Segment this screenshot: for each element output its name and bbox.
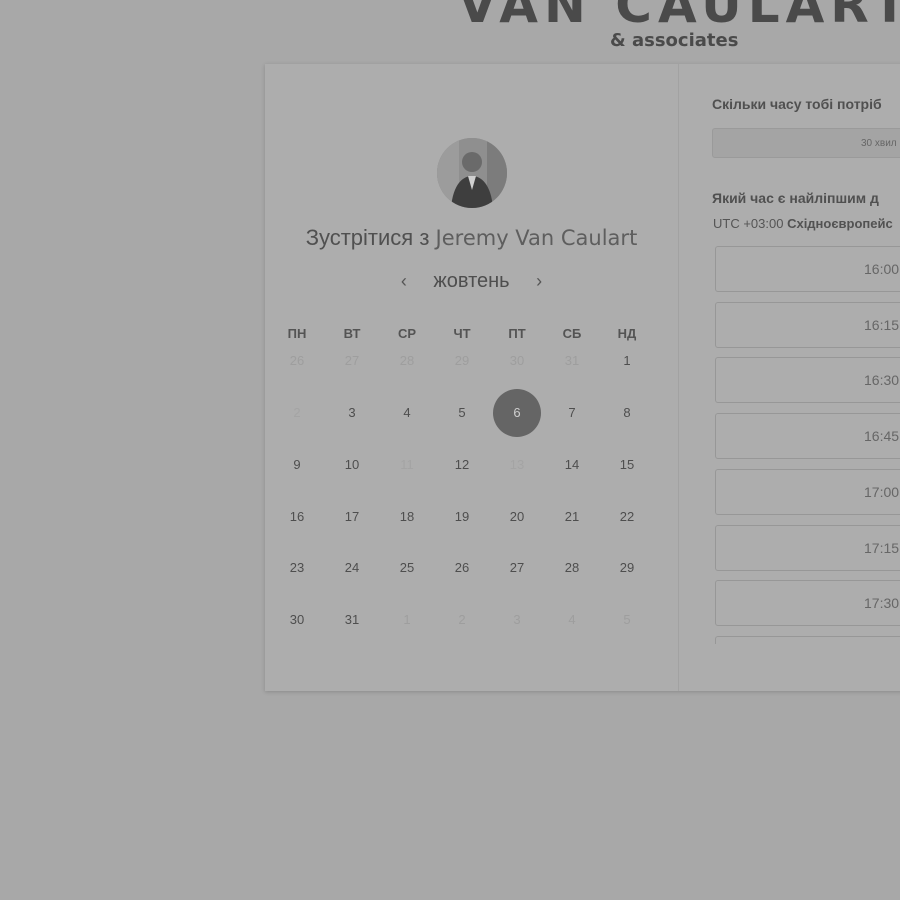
calendar-day[interactable]: 30 [273,596,321,644]
brand-logo-title: VAN CAULART [458,0,900,34]
time-slot-label: 16:30 [864,372,900,389]
calendar-day: 30 [509,353,525,368]
time-slot-button[interactable]: 16:15 [715,301,900,348]
time-slot-label: 16:45 [864,428,900,445]
timezone-offset: UTC +03:00 [713,216,784,231]
calendar-day[interactable]: 20 [493,493,541,541]
calendar-day[interactable]: 23 [273,544,321,592]
chevron-right-icon[interactable]: › [527,271,551,292]
calendar-day: 4 [568,612,576,627]
calendar-day[interactable]: 16 [273,493,321,541]
time-slot-label: 16:00 [864,261,900,277]
time-slot-button[interactable]: 17:15 [715,524,900,571]
brand-tagline: & associates [610,30,739,51]
calendar-day: 26 [289,353,305,368]
calendar-day[interactable]: 17 [328,493,376,541]
calendar-day[interactable]: 24 [328,544,376,592]
calendar-day[interactable]: 31 [328,596,376,644]
calendar-day[interactable]: 9 [273,441,321,489]
month-navigation: ‹ жовтень › [265,270,678,293]
person-photo-icon [437,138,507,208]
calendar-day[interactable]: 27 [493,544,541,592]
timezone-label[interactable]: UTC +03:00 Східноєвропейс [713,216,893,231]
calendar-day: 31 [564,353,580,368]
calendar-day: 27 [344,353,360,368]
calendar-day[interactable]: 18 [383,493,431,541]
duration-value: 30 хвил [861,138,897,149]
calendar-day[interactable]: 26 [438,544,486,592]
time-slot-label: 17:30 [864,595,900,612]
calendar-day: 1 [403,612,411,627]
time-selection-pane: Скільки часу тобі потріб 30 хвил Який ча… [679,64,900,691]
time-slot-list[interactable]: 16:00 16:15 16:30 16:45 17:00 17:15 17:30 [715,246,900,644]
calendar-day: 13 [509,457,525,472]
calendar-day[interactable]: 4 [383,389,431,437]
time-slot-button[interactable]: 17:30 [715,580,900,627]
calendar-day: 3 [513,612,521,627]
time-slot-button[interactable] [715,635,900,644]
time-slot-label: 17:15 [864,539,900,556]
calendar-day[interactable]: 28 [548,544,596,592]
time-slot-button[interactable]: 16:45 [715,413,900,460]
calendar-pane: Зустрітися з Jeremy Van Caulart ‹ жовтен… [265,64,679,691]
calendar-day: 28 [399,353,415,368]
calendar-day[interactable]: 5 [438,389,486,437]
time-slot-label: 17:00 [864,483,900,500]
calendar-day[interactable]: 29 [603,544,651,592]
calendar-day: 29 [454,353,470,368]
time-slot-button[interactable]: 17:00 [715,468,900,515]
calendar-day[interactable]: 10 [328,441,376,489]
time-slot-button[interactable]: 16:00 [715,246,900,292]
duration-question: Скільки часу тобі потріб [712,96,882,112]
host-name: Jeremy Van Caulart [435,226,638,250]
month-label: жовтень [433,270,510,292]
calendar-day: 5 [623,612,631,627]
calendar-day[interactable]: 7 [548,389,596,437]
calendar-day[interactable]: 15 [603,441,651,489]
timezone-name: Східноєвропейс [787,216,893,231]
calendar-day: 2 [458,612,466,627]
time-slot-label: 16:15 [864,316,900,333]
duration-select[interactable]: 30 хвил [712,128,900,158]
time-slot-button[interactable]: 16:30 [715,357,900,404]
meeting-title-prefix: Зустрітися з [305,225,430,250]
meeting-title: Зустрітися з Jeremy Van Caulart [265,225,678,251]
calendar-day[interactable]: 21 [548,493,596,541]
selected-day[interactable]: 6 [493,389,541,437]
calendar-day[interactable]: 22 [603,493,651,541]
calendar-day[interactable]: 19 [438,493,486,541]
booking-card: Зустрітися з Jeremy Van Caulart ‹ жовтен… [265,64,900,691]
calendar-day[interactable]: 8 [603,389,651,437]
host-avatar [437,138,507,208]
calendar-day[interactable]: 25 [383,544,431,592]
calendar-day[interactable]: 14 [548,441,596,489]
calendar-day: 2 [293,405,301,420]
calendar-day[interactable]: 3 [328,389,376,437]
calendar-day[interactable]: 12 [438,441,486,489]
calendar-day[interactable]: 1 [603,337,651,385]
time-question: Який час є найліпшим д [712,190,879,206]
chevron-left-icon[interactable]: ‹ [392,271,416,292]
calendar-day: 11 [400,457,414,472]
